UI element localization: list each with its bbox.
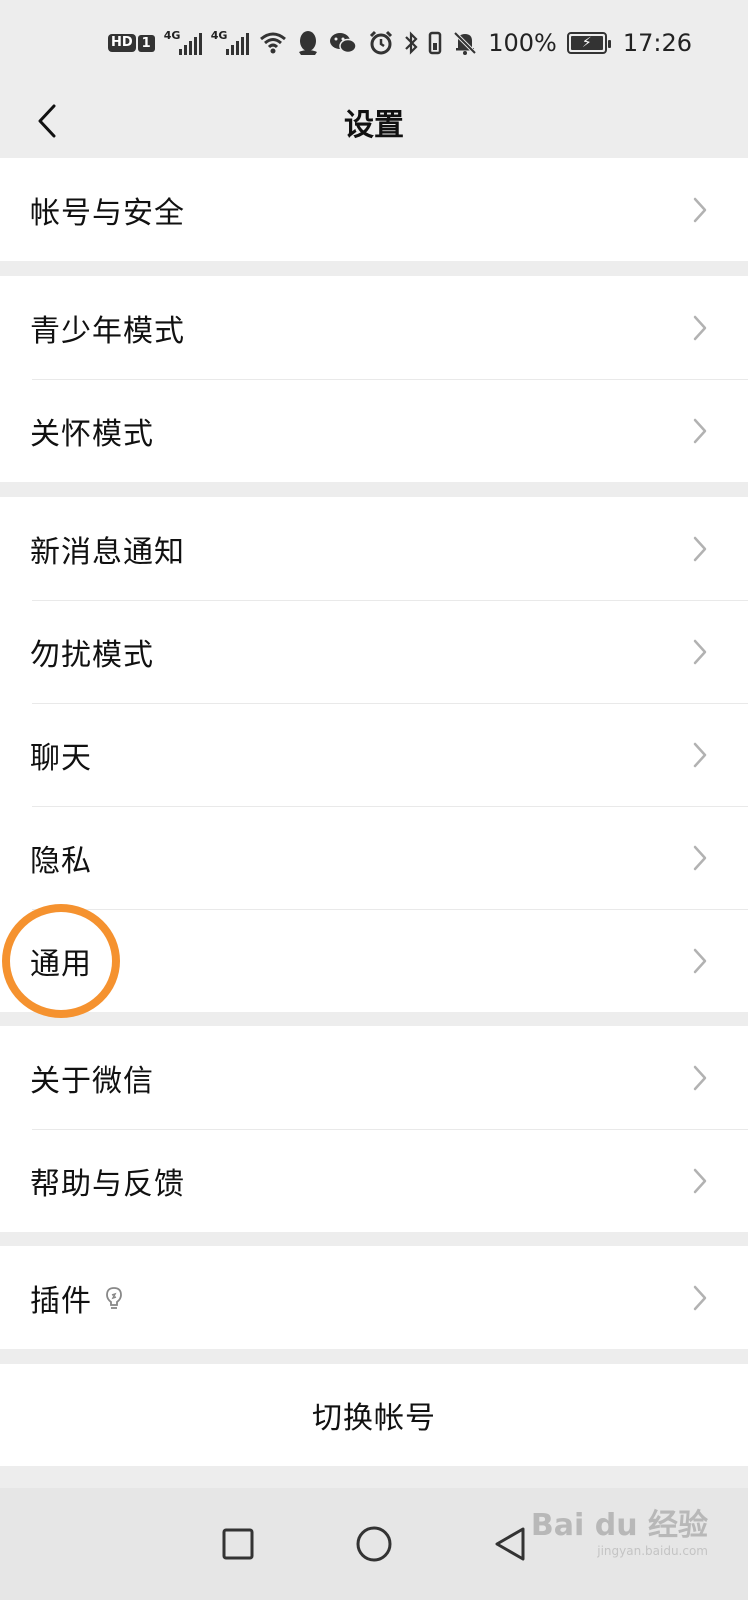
chevron-right-icon xyxy=(693,1285,707,1310)
battery-percent: 100% xyxy=(488,29,557,57)
settings-item-label: 青少年模式 xyxy=(30,313,185,349)
square-icon xyxy=(222,1528,254,1560)
chevron-right-icon xyxy=(693,639,707,664)
chevron-right-icon xyxy=(693,418,707,443)
chevron-right-icon xyxy=(693,742,707,767)
settings-item-notifications[interactable]: 新消息通知 xyxy=(0,497,748,600)
settings-item-label: 关于微信 xyxy=(30,1063,154,1099)
settings-group-plugins: 插件 xyxy=(0,1246,748,1349)
signal-icon-2: 4G xyxy=(210,29,249,55)
status-bar-right: 100% ⚡ 17:26 xyxy=(368,29,692,57)
settings-group-modes: 青少年模式 关怀模式 xyxy=(0,276,748,482)
settings-item-label: 插件 xyxy=(30,1283,92,1319)
settings-item-label: 关怀模式 xyxy=(30,416,154,452)
switch-account-label: 切换帐号 xyxy=(312,1401,436,1436)
page-title: 设置 xyxy=(344,108,404,143)
watermark-url: jingyan.baidu.com xyxy=(597,1544,708,1558)
back-nav-button[interactable] xyxy=(486,1520,534,1568)
network-type-2: 4G xyxy=(210,29,228,42)
settings-group-about: 关于微信 帮助与反馈 xyxy=(0,1026,748,1232)
wechat-icon xyxy=(329,31,357,55)
network-type-1: 4G xyxy=(163,29,181,42)
wifi-icon xyxy=(259,31,287,55)
triangle-back-icon xyxy=(495,1527,525,1561)
settings-item-label: 帮助与反馈 xyxy=(30,1166,185,1202)
settings-item-general[interactable]: 通用 xyxy=(0,909,748,1012)
clock: 17:26 xyxy=(622,29,692,57)
bluetooth-icon xyxy=(404,30,418,56)
settings-item-about-wechat[interactable]: 关于微信 xyxy=(0,1026,748,1129)
settings-item-help-feedback[interactable]: 帮助与反馈 xyxy=(0,1129,748,1232)
chevron-left-icon xyxy=(38,104,56,138)
settings-item-label: 勿扰模式 xyxy=(30,637,154,673)
settings-item-label: 聊天 xyxy=(30,740,92,776)
alarm-icon xyxy=(368,30,394,56)
chevron-right-icon xyxy=(693,197,707,222)
qq-icon xyxy=(297,30,319,56)
settings-item-account-security[interactable]: 帐号与安全 xyxy=(0,158,748,261)
status-bar-left: HD 1 4G 4G xyxy=(108,29,357,56)
circle-icon xyxy=(356,1526,392,1562)
settings-item-label: 通用 xyxy=(30,946,92,982)
chevron-right-icon xyxy=(693,315,707,340)
chevron-right-icon xyxy=(693,1168,707,1193)
switch-account-button[interactable]: 切换帐号 xyxy=(0,1364,748,1466)
settings-item-do-not-disturb[interactable]: 勿扰模式 xyxy=(0,600,748,703)
battery-icon: ⚡ xyxy=(566,32,611,54)
settings-item-care-mode[interactable]: 关怀模式 xyxy=(0,379,748,482)
vibrate-icon xyxy=(428,30,442,56)
settings-item-privacy[interactable]: 隐私 xyxy=(0,806,748,909)
settings-item-chat[interactable]: 聊天 xyxy=(0,703,748,806)
nav-bar: 设置 xyxy=(0,86,748,158)
settings-group-account: 帐号与安全 xyxy=(0,158,748,261)
settings-item-label: 隐私 xyxy=(30,843,92,879)
chevron-right-icon xyxy=(693,536,707,561)
watermark-brand: Bai du 经验 xyxy=(530,1508,708,1543)
settings-item-plugins[interactable]: 插件 xyxy=(0,1246,748,1349)
signal-icon: 4G xyxy=(163,29,202,55)
chevron-right-icon xyxy=(693,845,707,870)
sim-label: 1 xyxy=(137,34,155,52)
settings-item-teen-mode[interactable]: 青少年模式 xyxy=(0,276,748,379)
lightbulb-icon xyxy=(104,1285,124,1311)
mute-icon xyxy=(452,30,478,56)
recent-apps-button[interactable] xyxy=(214,1520,262,1568)
settings-item-label: 帐号与安全 xyxy=(30,195,185,231)
chevron-right-icon xyxy=(693,948,707,973)
status-bar: HD 1 4G 4G 100% ⚡ 17:26 xyxy=(0,0,748,86)
settings-group-general: 新消息通知 勿扰模式 聊天 隐私 通用 xyxy=(0,497,748,1012)
settings-item-label: 新消息通知 xyxy=(30,534,185,570)
home-button[interactable] xyxy=(350,1520,398,1568)
back-button[interactable] xyxy=(22,96,72,146)
watermark: Bai du 经验 jingyan.baidu.com xyxy=(531,1500,708,1558)
hd-label: HD xyxy=(108,34,136,52)
hd-icon: HD 1 xyxy=(108,34,155,52)
settings-screen: HD 1 4G 4G 100% ⚡ 17:26 设置 帐号与安全 青少年模式 关… xyxy=(0,0,748,1600)
chevron-right-icon xyxy=(693,1065,707,1090)
